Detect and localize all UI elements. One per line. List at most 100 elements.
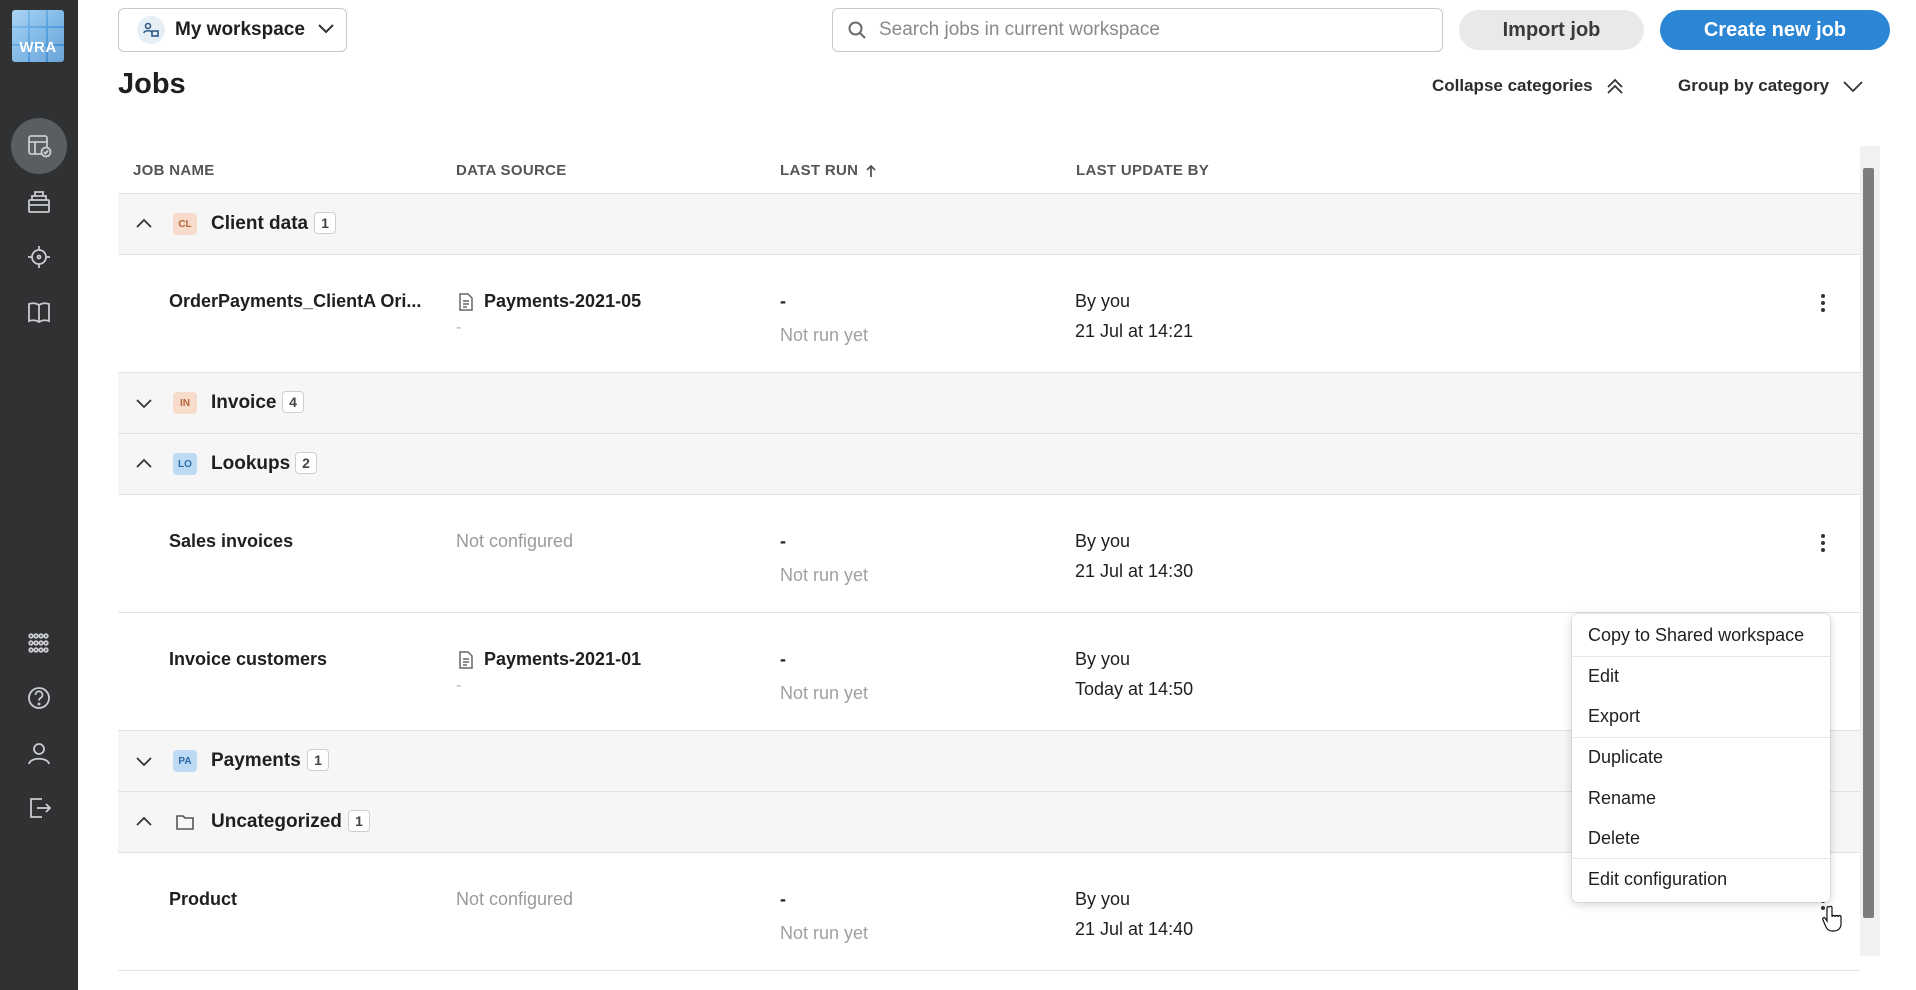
menu-item-edit-configuration[interactable]: Edit configuration [1572,859,1830,900]
data-source: Not configured [456,889,573,910]
menu-item-delete[interactable]: Delete [1572,819,1830,859]
library-icon [28,302,50,324]
menu-item-edit[interactable]: Edit [1572,657,1830,698]
category-name: Invoice [211,392,277,413]
search-input[interactable] [879,19,1419,41]
menu-item-copy-to-shared[interactable]: Copy to Shared workspace [1572,616,1830,657]
category-row-lookups[interactable]: LO Lookups 2 [118,434,1860,495]
job-name[interactable]: Product [169,889,429,910]
category-badge: PA [173,750,197,772]
nav-help[interactable] [11,670,67,726]
category-name: Client data [211,213,309,234]
category-count: 1 [307,749,329,771]
nav-apps[interactable] [11,615,67,671]
sort-ascending-icon [866,164,876,177]
chevron-up-icon[interactable] [132,452,156,476]
category-count: 4 [282,391,304,413]
chevron-down-icon [315,17,337,44]
workspace-icon [137,16,165,44]
kebab-menu-icon [1821,534,1825,552]
category-badge: CL [173,213,197,235]
nav-logout[interactable] [11,780,67,836]
last-run: - [780,889,786,909]
group-by-dropdown[interactable]: Group by category [1678,74,1865,98]
data-source: Payments-2021-01 [456,649,641,670]
category-count: 2 [295,452,317,474]
last-update-by: By you [1075,649,1131,669]
category-count: 1 [314,212,336,234]
column-last-run[interactable]: LAST RUN [780,162,878,179]
last-run: - [780,291,786,311]
chevron-down-icon[interactable] [132,749,156,773]
apps-grid-icon [28,633,49,653]
category-row-client-data[interactable]: CL Client data 1 [118,194,1860,255]
data-sources-icon [28,191,50,213]
category-badge: LO [173,453,197,475]
more-actions-button[interactable] [1811,289,1835,317]
double-chevron-up-icon [1606,78,1623,94]
table-row[interactable]: OrderPayments_ClientA Ori... Payments-20… [118,255,1860,373]
nav-library[interactable] [11,284,67,340]
collapse-categories-button[interactable]: Collapse categories [1432,74,1627,98]
nav-data-sources[interactable] [11,174,67,230]
menu-item-rename[interactable]: Rename [1572,778,1830,819]
file-icon [459,650,473,669]
logout-icon [30,798,52,818]
category-name: Payments [211,750,301,771]
job-name[interactable]: OrderPayments_ClientA Ori... [169,291,429,312]
chevron-down-icon[interactable] [132,391,156,415]
kebab-menu-icon [1821,294,1825,312]
workspace-label: My workspace [175,19,305,40]
category-badge: IN [173,392,197,414]
chevron-down-icon [1843,81,1863,93]
column-last-update-by[interactable]: LAST UPDATE BY [1076,162,1209,179]
folder-icon [174,811,196,838]
job-name[interactable]: Sales invoices [169,531,429,552]
last-update-by: By you [1075,531,1131,551]
jobs-icon [28,135,52,158]
job-actions-menu: Copy to Shared workspace Edit Export Dup… [1572,614,1830,902]
nav-target[interactable] [11,229,67,285]
data-source-name: Payments-2021-01 [484,649,642,669]
column-data-source[interactable]: DATA SOURCE [456,162,567,179]
data-source-name: Payments-2021-05 [484,291,642,311]
category-name: Lookups [211,453,291,474]
collapse-categories-label: Collapse categories [1432,76,1593,95]
data-source-sub: - [456,677,462,694]
nav-user[interactable] [11,725,67,781]
column-job-name[interactable]: JOB NAME [133,162,215,179]
app-logo[interactable]: WRA [12,10,64,62]
import-job-button[interactable]: Import job [1459,10,1644,50]
search-icon [848,21,866,39]
table-row[interactable]: Sales invoices Not configured - Not run … [118,495,1860,613]
workspace-selector[interactable]: My workspace [118,8,347,52]
target-icon [28,246,50,268]
last-run-status: Not run yet [780,683,869,703]
category-count: 1 [348,810,370,832]
create-job-button[interactable]: Create new job [1660,10,1890,50]
column-last-run-label: LAST RUN [780,162,859,179]
last-update-time: 21 Jul at 14:40 [1075,919,1194,939]
last-run: - [780,649,786,669]
last-run-status: Not run yet [780,923,869,943]
last-run: - [780,531,786,551]
scrollbar-thumb[interactable] [1863,168,1874,918]
user-icon [28,743,50,765]
search-box[interactable] [832,8,1443,52]
last-update-time: 21 Jul at 14:21 [1075,321,1194,341]
sidebar: WRA [0,0,78,990]
chevron-up-icon[interactable] [132,810,156,834]
nav-jobs[interactable] [11,118,67,174]
menu-item-export[interactable]: Export [1572,697,1830,738]
last-update-by: By you [1075,291,1131,311]
data-source-name: Not configured [456,889,574,909]
data-source-name: Not configured [456,531,574,551]
menu-item-duplicate[interactable]: Duplicate [1572,738,1830,779]
chevron-up-icon[interactable] [132,212,156,236]
category-row-invoice[interactable]: IN Invoice 4 [118,373,1860,434]
last-run-status: Not run yet [780,565,869,585]
job-name[interactable]: Invoice customers [169,649,429,670]
data-source: Not configured [456,531,573,552]
more-actions-button[interactable] [1811,529,1835,557]
data-source: Payments-2021-05 [456,291,641,312]
